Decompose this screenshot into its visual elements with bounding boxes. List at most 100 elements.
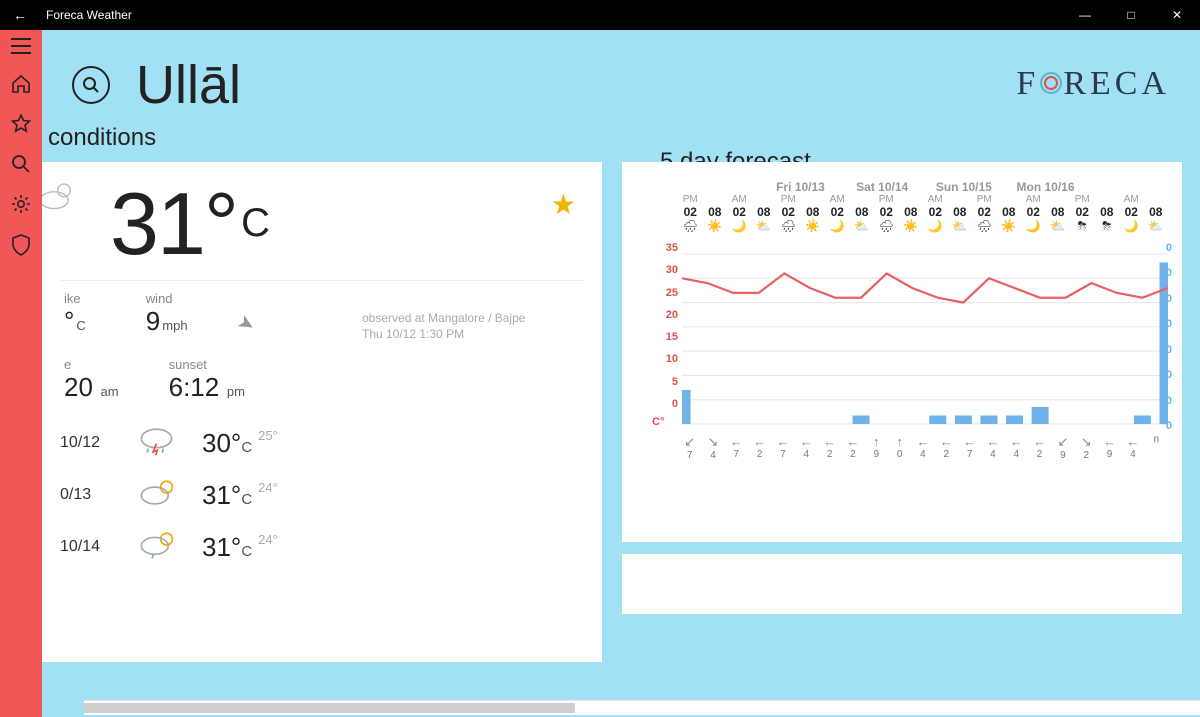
- hdr-cell: [948, 194, 973, 205]
- hdr-cell: [801, 194, 826, 205]
- hdr-cell: 02: [727, 205, 752, 219]
- hdr-cell: 🌧: [678, 219, 703, 234]
- forecast-chart: 35302520151050 00000000 C°: [652, 240, 1168, 430]
- wind-cell: ←4: [911, 434, 934, 461]
- wind-cell: ↙7: [678, 434, 701, 461]
- hdr-cell: 02: [923, 205, 948, 219]
- wind-cell: ←9: [1098, 434, 1121, 461]
- hdr-cell: [752, 194, 777, 205]
- hdr-cell: 02: [825, 205, 850, 219]
- hdr-cell: ⛅: [1046, 219, 1071, 234]
- wind-cell: ←2: [1028, 434, 1051, 461]
- hdr-cell: 08: [703, 205, 728, 219]
- hdr-cell: AM: [923, 194, 948, 205]
- hdr-cell: ⛈: [1070, 219, 1095, 234]
- minimize-button[interactable]: —: [1062, 8, 1108, 22]
- hdr-cell: [703, 194, 728, 205]
- wind-cell: ←7: [771, 434, 794, 461]
- hdr-cell: ☀️: [899, 219, 924, 234]
- window-title: Foreca Weather: [40, 8, 132, 22]
- wind-cell: ←2: [818, 434, 841, 461]
- daily-row[interactable]: 0/1331°C24°: [60, 469, 584, 521]
- wind-cell: ←4: [795, 434, 818, 461]
- search-button[interactable]: [72, 66, 110, 104]
- hdr-cell: AM: [1119, 194, 1144, 205]
- favorite-star-icon[interactable]: ★: [551, 188, 576, 221]
- daily-row[interactable]: 10/1230°C25°: [60, 417, 584, 469]
- maximize-button[interactable]: □: [1108, 8, 1154, 22]
- wind: wind 9mph ➤: [146, 291, 255, 337]
- wind-cell: ←4: [1121, 434, 1144, 461]
- close-button[interactable]: ✕: [1154, 8, 1200, 22]
- hdr-cell: 02: [1119, 205, 1144, 219]
- scrollbar-thumb[interactable]: [84, 703, 575, 713]
- forecast-ampm-row: PMAMPMAMPMAMPMAMPMAM: [678, 194, 1168, 205]
- hdr-cell: 🌙: [727, 219, 752, 234]
- nav-rail: [0, 30, 42, 717]
- hdr-cell: [1095, 194, 1120, 205]
- forecast-hour-row: 0208020802080208020802080208020802080208: [678, 205, 1168, 219]
- wind-cell: ←4: [981, 434, 1004, 461]
- titlebar: ← Foreca Weather — □ ✕: [0, 0, 1200, 30]
- hdr-cell: 🌙: [825, 219, 850, 234]
- hdr-cell: ⛅: [752, 219, 777, 234]
- wind-cell: ←7: [958, 434, 981, 461]
- conditions-title: conditions: [48, 124, 156, 152]
- hdr-cell: 08: [997, 205, 1022, 219]
- hamburger-icon[interactable]: [11, 38, 31, 54]
- hdr-cell: 08: [899, 205, 924, 219]
- hdr-cell: 🌧: [874, 219, 899, 234]
- hdr-cell: 🌧: [776, 219, 801, 234]
- forecast-icon-row: 🌧☀️🌙⛅🌧☀️🌙⛅🌧☀️🌙⛅🌧☀️🌙⛅⛈⛈🌙⛅: [678, 219, 1168, 234]
- hdr-cell: 02: [1070, 205, 1095, 219]
- hdr-cell: [1046, 194, 1071, 205]
- observation-meta: observed at Mangalore / Bajpe Thu 10/12 …: [362, 310, 525, 342]
- wind-cell: ←4: [1005, 434, 1028, 461]
- forecast-card[interactable]: Fri 10/13Sat 10/14Sun 10/15Mon 10/16 PMA…: [622, 162, 1182, 542]
- hdr-cell: ☀️: [703, 219, 728, 234]
- forecast-wind-row: ↙7↘4←7←2←7←4←2←2↑9↑0←4←2←7←4←4←2↙9↘2←9←4…: [678, 434, 1168, 461]
- horizontal-scrollbar[interactable]: [84, 700, 1200, 715]
- hdr-cell: AM: [1021, 194, 1046, 205]
- hdr-cell: 02: [874, 205, 899, 219]
- forecast-secondary-card[interactable]: [622, 554, 1182, 614]
- wind-cell: ←7: [725, 434, 748, 461]
- star-icon[interactable]: [11, 114, 31, 134]
- hdr-cell: AM: [825, 194, 850, 205]
- hdr-cell: ⛅: [850, 219, 875, 234]
- wind-cell: ←2: [841, 434, 864, 461]
- wind-cell: ↘2: [1075, 434, 1098, 461]
- hdr-cell: 🌙: [1021, 219, 1046, 234]
- gear-icon[interactable]: [11, 194, 31, 214]
- hdr-cell: ⛅: [1144, 219, 1169, 234]
- hdr-cell: ⛅: [948, 219, 973, 234]
- hdr-cell: AM: [727, 194, 752, 205]
- hdr-cell: 08: [801, 205, 826, 219]
- brand-logo: FRECA: [1016, 65, 1170, 106]
- hdr-cell: PM: [678, 194, 703, 205]
- hdr-cell: 🌙: [923, 219, 948, 234]
- hdr-cell: 02: [776, 205, 801, 219]
- hdr-cell: 08: [1095, 205, 1120, 219]
- hdr-cell: 08: [948, 205, 973, 219]
- hdr-cell: [1144, 194, 1169, 205]
- wind-cell: ↑9: [865, 434, 888, 461]
- hdr-cell: PM: [972, 194, 997, 205]
- daily-row[interactable]: 10/1431°C24°: [60, 521, 584, 573]
- hdr-cell: [850, 194, 875, 205]
- current-weather-icon: [42, 180, 92, 212]
- feels-like: ike °C: [64, 291, 86, 337]
- search-icon[interactable]: [11, 154, 31, 174]
- city-title: Ullāl: [136, 54, 241, 116]
- hdr-cell: PM: [776, 194, 801, 205]
- back-button[interactable]: ←: [0, 7, 40, 23]
- home-icon[interactable]: [11, 74, 31, 94]
- wind-cell: ↘4: [701, 434, 724, 461]
- hdr-cell: [899, 194, 924, 205]
- hdr-cell: 02: [1021, 205, 1046, 219]
- shield-icon[interactable]: [11, 234, 31, 256]
- conditions-card[interactable]: ★ 31°C observed at Mangalore / Bajpe Thu…: [42, 162, 602, 662]
- wind-cell: ←2: [935, 434, 958, 461]
- hdr-cell: [997, 194, 1022, 205]
- hdr-cell: 02: [678, 205, 703, 219]
